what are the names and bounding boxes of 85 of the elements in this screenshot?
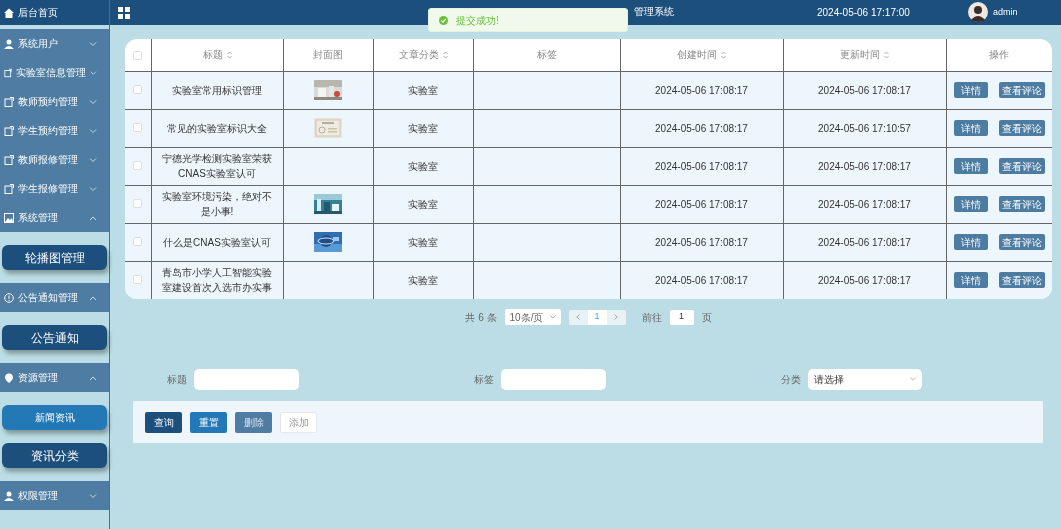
location-pin-icon (4, 372, 14, 383)
action-button[interactable]: 重置 (190, 411, 227, 433)
document-icon (4, 67, 13, 78)
column-header: 标题 (202, 48, 223, 63)
page-number[interactable]: 1 (587, 309, 607, 325)
sidebar-menu-item[interactable]: 系统管理 (0, 203, 109, 232)
view-comments-button[interactable]: 查看评论 (998, 234, 1045, 250)
submenu-item[interactable]: 轮播图管理 (2, 245, 107, 270)
toast-message: 提交成功! (456, 13, 499, 28)
view-comments-button[interactable]: 查看评论 (998, 158, 1045, 174)
input-field[interactable] (501, 368, 606, 390)
goto-page-field[interactable]: 1 (669, 309, 694, 325)
home-icon (4, 7, 14, 18)
info-icon (4, 292, 14, 303)
user-name[interactable]: admin (993, 6, 1018, 20)
chevron-down-icon (910, 377, 916, 381)
header-datetime: 2024-05-06 17:17:00 (817, 6, 910, 20)
row-checkbox[interactable] (133, 274, 143, 284)
sidebar-menu-item[interactable]: 学生预约管理 (0, 116, 109, 145)
column-header: 封面图 (313, 48, 343, 63)
document-icon (4, 154, 14, 165)
table-cell: 青岛市小学人工智能实验室建设首次入选市办实事 (151, 261, 283, 299)
goto-label: 前往 (641, 310, 662, 325)
input-field[interactable] (194, 368, 299, 390)
document-icon (4, 96, 14, 107)
sidebar-menu-item[interactable]: 学生报修管理 (0, 174, 109, 203)
field-label: 标题 (167, 372, 187, 387)
row-checkbox[interactable] (133, 160, 143, 170)
table-cell: 实验室 (373, 261, 473, 299)
column-header: 操作 (989, 48, 1010, 63)
view-comments-button[interactable]: 查看评论 (998, 82, 1045, 98)
row-checkbox[interactable] (133, 122, 143, 132)
action-button[interactable]: 删除 (235, 411, 272, 433)
field-label: 分类 (781, 372, 801, 387)
chevron-left-icon (576, 314, 581, 320)
document-icon (4, 183, 14, 194)
menu-grid-icon (118, 6, 130, 19)
user-icon (4, 38, 14, 49)
field-label: 标签 (474, 372, 494, 387)
avatar-icon (968, 2, 988, 22)
details-button[interactable]: 详情 (953, 234, 988, 250)
view-comments-button[interactable]: 查看评论 (998, 120, 1045, 136)
action-button[interactable]: 查询 (145, 411, 182, 433)
page-size-select[interactable]: 10条/页 (504, 309, 561, 325)
row-checkbox[interactable] (133, 84, 143, 94)
details-button[interactable]: 详情 (953, 272, 988, 289)
chevron-right-icon (614, 314, 619, 320)
submenu-item[interactable]: 新闻资讯 (2, 405, 107, 430)
details-button[interactable]: 详情 (953, 196, 988, 212)
home-menu-item[interactable]: 后台首页 (0, 0, 109, 25)
document-icon (4, 125, 14, 136)
prev-page-button[interactable] (568, 309, 588, 325)
table-cell: 2024-05-06 17:08:17 (620, 261, 783, 299)
sidebar-menu-item[interactable]: 实验室信息管理 (0, 58, 109, 87)
total-count: 共 6 条 (465, 310, 497, 325)
submenu-item[interactable]: 资讯分类 (2, 443, 107, 468)
next-page-button[interactable] (606, 309, 626, 325)
column-header: 文章分类 (398, 48, 439, 63)
submenu-item[interactable]: 公告通知 (2, 325, 107, 350)
details-button[interactable]: 详情 (953, 158, 988, 174)
page-unit: 页 (701, 310, 712, 325)
table-cell: 2024-05-06 17:08:17 (783, 261, 946, 299)
view-comments-button[interactable]: 查看评论 (998, 272, 1045, 289)
column-header: 创建时间 (677, 48, 717, 63)
sidebar-menu-item[interactable]: 公告通知管理 (0, 283, 109, 312)
sidebar-menu-item[interactable]: 资源管理 (0, 363, 109, 392)
select-field[interactable]: 请选择 (808, 368, 922, 390)
column-header: 更新时间 (840, 48, 880, 63)
column-header: 标签 (536, 48, 557, 63)
action-button[interactable]: 添加 (280, 411, 317, 433)
select-all-checkbox[interactable] (133, 51, 143, 61)
app-title: 管理系统 (634, 5, 674, 19)
details-button[interactable]: 详情 (953, 120, 988, 136)
success-check-icon (439, 15, 448, 25)
image-icon (4, 212, 14, 223)
sidebar-menu-item[interactable]: 教师预约管理 (0, 87, 109, 116)
user-icon (4, 490, 14, 501)
sidebar-menu-item[interactable]: 教师报修管理 (0, 145, 109, 174)
view-comments-button[interactable]: 查看评论 (998, 196, 1045, 212)
sidebar-menu-item[interactable]: 系统用户 (0, 29, 109, 58)
row-checkbox[interactable] (133, 198, 143, 208)
details-button[interactable]: 详情 (953, 82, 988, 98)
row-checkbox[interactable] (133, 236, 143, 246)
chevron-down-icon (549, 315, 556, 319)
sidebar-menu-item[interactable]: 权限管理 (0, 481, 109, 510)
